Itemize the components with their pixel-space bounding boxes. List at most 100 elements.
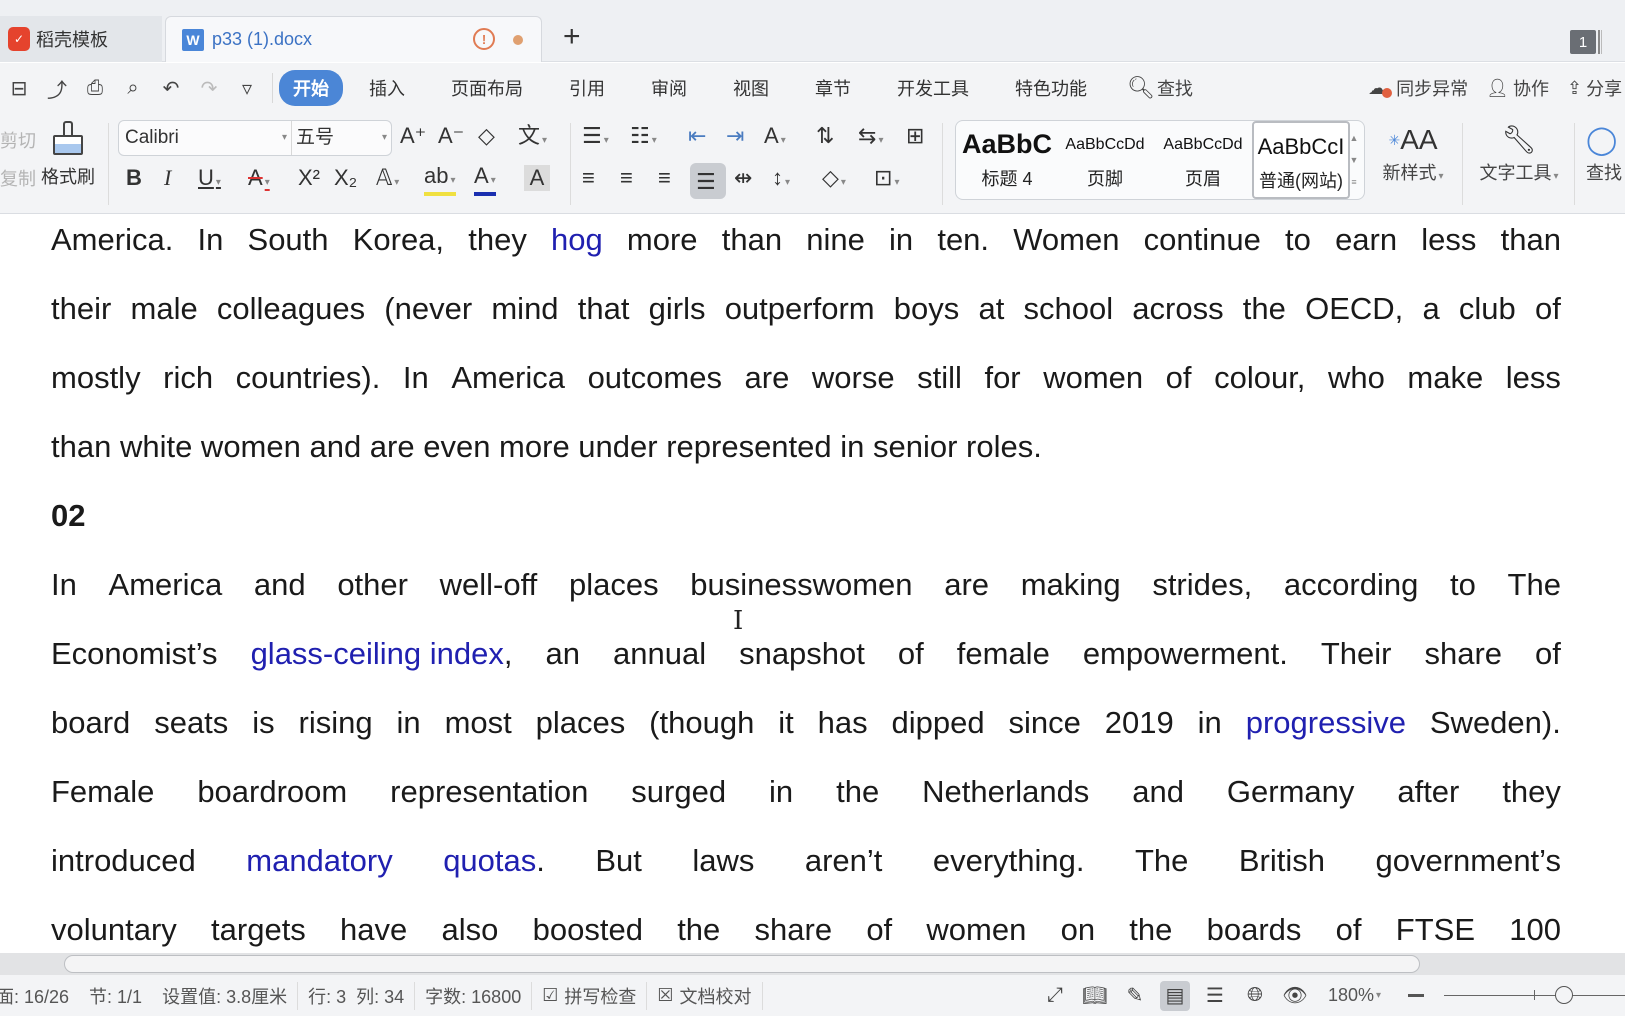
subscript-icon[interactable]: X₂ [334,165,357,191]
print-icon[interactable]: ⎙ [76,77,114,100]
decrease-indent-icon[interactable]: ⇤ [688,123,706,149]
text-line[interactable]: than white women and are even more under… [51,421,1561,490]
underline-icon[interactable]: U ▾ [198,165,221,196]
eye-protection-icon[interactable]: 👁︎ [1280,981,1310,1011]
reading-mode-icon[interactable]: 📖︎ [1080,981,1110,1011]
menu-review[interactable]: 审阅 [651,75,687,101]
menu-view[interactable]: 视图 [733,75,769,101]
word-count[interactable]: 字数: 16800 [415,983,531,1009]
menu-search[interactable]: 🔍︎ 查找 [1127,75,1193,101]
align-right-icon[interactable]: ≡ [658,165,671,191]
text-line[interactable]: mostly rich countries). In America outcomes ar… [51,352,1561,421]
distributed-align-icon[interactable]: ⇹ [734,165,752,191]
style-footer[interactable]: AaBbCcDd 页脚 [1056,121,1154,199]
superscript-icon[interactable]: X² [298,165,320,191]
text-line[interactable]: Economist’s glass-ceiling index, an annual s… [51,628,1561,697]
hyperlink[interactable]: hog [551,214,603,283]
text-direction-icon[interactable]: A ▾ [764,123,786,154]
scroll-down-icon[interactable]: ▼ [1348,149,1360,171]
line-wrap-icon[interactable]: ⇆ ▾ [858,123,883,154]
text-line[interactable]: America. In South Korea, they hog more than nine… [51,214,1561,283]
text-line[interactable]: voluntary targets have also boosted the share o… [51,904,1561,953]
zoom-level-select[interactable]: 180% ▾ [1328,975,1381,1016]
scroll-up-icon[interactable]: ▲ [1348,127,1360,149]
text-effect-icon[interactable]: 𝔸 ▾ [376,165,399,196]
find-button[interactable]: ◯ 查找 [1586,121,1625,185]
hyperlink[interactable]: quotas. [443,835,545,904]
section-indicator[interactable]: 节: 1/1 [79,983,152,1009]
numbered-list-icon[interactable]: ☷ ▾ [630,123,657,154]
share-button[interactable]: ⇪ 分享 [1567,75,1625,101]
text-line[interactable]: introduced mandatory quotas. But laws aren’t e… [51,835,1561,904]
proofread-button[interactable]: ☒ 文档校对 [647,983,761,1009]
zoom-out-button[interactable] [1408,994,1424,997]
zoom-slider-handle[interactable] [1555,986,1573,1004]
tab-docer-templates[interactable]: ✓ 稻壳模板 [0,16,162,62]
increase-font-size-icon[interactable]: A⁺ [400,123,426,149]
page-view-icon[interactable]: ▤ [1160,980,1190,1011]
text-line[interactable]: their male colleagues (never mind that girls ou… [51,283,1561,352]
menu-references[interactable]: 引用 [569,75,605,101]
style-heading-4[interactable]: AaBbC 标题 4 [958,121,1056,199]
undo-icon[interactable]: ↶ [152,76,190,101]
phonetic-guide-icon[interactable]: 文 ▾ [518,123,547,154]
menu-page-layout[interactable]: 页面布局 [451,75,523,101]
decrease-font-size-icon[interactable]: A⁻ [438,123,464,149]
cut-button[interactable]: 剪切 [0,127,36,153]
highlight-icon[interactable]: ab ▾ [424,165,456,196]
format-painter-button[interactable]: 格式刷 [40,119,96,199]
paragraph-shading-icon[interactable]: ◇ ▾ [822,165,846,196]
scrollbar-thumb[interactable] [64,955,1420,973]
borders-icon[interactable]: ⊡ ▾ [874,165,899,196]
menu-home[interactable]: 开始 [279,70,343,106]
window-count-badge[interactable]: 1 [1570,30,1596,54]
spell-check-button[interactable]: ☑ 拼写检查 [532,983,646,1009]
clear-formatting-icon[interactable]: ◇ [478,123,495,149]
hyperlink[interactable]: progressive [1246,697,1406,766]
copy-button[interactable]: 复制 [0,165,36,191]
text-line[interactable]: 02 [51,490,1561,559]
column-indicator[interactable]: 列: 34 [356,983,414,1009]
align-left-icon[interactable]: ≡ [582,165,595,191]
hyperlink[interactable]: glass-ceiling index, [251,628,513,697]
new-tab-button[interactable]: + [563,22,581,52]
document-body[interactable]: America. In South Korea, they hog more than nine… [51,214,1561,953]
tab-document[interactable]: W p33 (1).docx ! [165,16,542,62]
font-color-icon[interactable]: A ▾ [474,165,496,196]
bullet-list-icon[interactable]: ☰ ▾ [582,123,609,154]
write-mode-icon[interactable]: ✎ [1120,981,1150,1011]
text-line[interactable]: board seats is rising in most places (though it h… [51,697,1561,766]
output-pdf-icon[interactable]: ⤴ [38,74,76,103]
new-style-button[interactable]: ✳AA 新样式 ▾ [1376,121,1450,185]
bold-icon[interactable]: B [126,165,142,191]
text-line[interactable]: Female boardroom representation surged in the… [51,766,1561,835]
menu-section[interactable]: 章节 [815,75,851,101]
style-normal-web[interactable]: AaBbCcI 普通(网站) [1252,121,1350,199]
text-tools-button[interactable]: 🔧︎ 文字工具 ▾ [1474,121,1564,185]
fullscreen-icon[interactable]: ⤢ [1040,981,1070,1011]
horizontal-scrollbar[interactable] [0,953,1625,975]
strikethrough-icon[interactable]: A ▾ [248,165,270,196]
align-center-icon[interactable]: ≡ [620,165,633,191]
outline-view-icon[interactable]: ☰ [1200,981,1230,1011]
document-canvas[interactable]: America. In South Korea, they hog more than nine… [0,214,1625,953]
table-grid-icon[interactable]: ⊞ [906,123,924,149]
row-indicator[interactable]: 行: 3 [298,983,356,1009]
print-preview-icon[interactable]: ⌕ [114,77,152,100]
sort-icon[interactable]: ⇅ [816,123,834,149]
menu-developer-tools[interactable]: 开发工具 [897,75,969,101]
font-name-select[interactable]: Calibri ▾ [119,121,292,155]
style-header[interactable]: AaBbCcDd 页眉 [1154,121,1252,199]
increase-indent-icon[interactable]: ⇥ [726,123,744,149]
font-size-select[interactable]: 五号 ▾ [292,121,391,155]
character-shading-icon[interactable]: A [524,165,550,191]
web-view-icon[interactable]: 🌐︎ [1240,981,1270,1011]
warning-icon[interactable]: ! [473,28,495,50]
hyperlink[interactable]: mandatory [246,835,392,904]
menu-insert[interactable]: 插入 [369,75,405,101]
setting-value[interactable]: 设置值: 3.8厘米 [152,983,297,1009]
save-icon[interactable]: ⊟ [0,76,38,101]
collaborate-button[interactable]: 👤︎ 协作 [1486,75,1549,101]
italic-icon[interactable]: I [164,165,171,191]
line-spacing-icon[interactable]: ↕ ▾ [772,165,790,196]
